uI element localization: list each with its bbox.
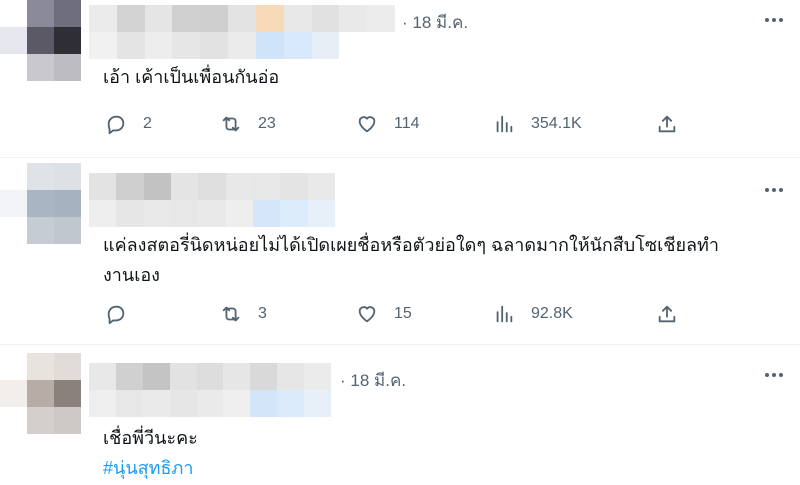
- retweet-icon: [222, 116, 240, 132]
- retweet-count: 23: [258, 115, 276, 132]
- avatar-edge: [0, 190, 27, 217]
- views-button[interactable]: 354.1K: [493, 110, 582, 138]
- tweet: · 18 มี.ค. เชื่อพี่วีนะคะ #นุ่นสุทธิภา: [0, 345, 800, 485]
- share-icon: [658, 305, 676, 323]
- tweet-text-line: เชื่อพี่วีนะคะ: [103, 428, 198, 448]
- view-count: 354.1K: [531, 115, 582, 132]
- views-icon: [496, 115, 513, 133]
- more-button[interactable]: [762, 363, 786, 387]
- hashtag-link[interactable]: #นุ่นสุทธิภา: [103, 453, 198, 483]
- share-icon: [658, 115, 676, 133]
- user-name-blurred[interactable]: [89, 173, 335, 227]
- reply-icon: [107, 305, 125, 325]
- reply-count: 2: [143, 115, 152, 132]
- tweet-text-line: เอ้า เค้าเป็นเพื่อนกันอ่อ: [103, 67, 280, 87]
- tweet-text-line: แค่ลงสตอรี่นิดหน่อยไม่ได้เปิดเผยชื่อหรือ…: [103, 235, 720, 255]
- like-count: 114: [394, 115, 420, 132]
- like-count: 15: [394, 305, 412, 322]
- more-icon: [765, 18, 783, 22]
- avatar[interactable]: [27, 163, 81, 244]
- tweet-date[interactable]: · 18 มี.ค.: [340, 367, 406, 394]
- user-name-blurred[interactable]: [89, 363, 331, 417]
- more-button[interactable]: [762, 8, 786, 32]
- reply-icon: [107, 115, 125, 135]
- tweet-text-line: งานเอง: [103, 265, 160, 285]
- like-button[interactable]: 114: [356, 110, 420, 138]
- avatar[interactable]: [27, 353, 81, 434]
- more-icon: [765, 373, 783, 377]
- like-icon: [358, 116, 376, 133]
- views-icon: [496, 305, 513, 323]
- action-bar: 3 15 92.8K: [100, 300, 700, 328]
- avatar-edge: [0, 27, 27, 54]
- reply-button[interactable]: [105, 300, 143, 328]
- view-count: 92.8K: [531, 305, 573, 322]
- like-button[interactable]: 15: [356, 300, 412, 328]
- tweet-text: เอ้า เค้าเป็นเพื่อนกันอ่อ: [103, 62, 279, 92]
- tweet-date[interactable]: · 18 มี.ค.: [402, 9, 468, 36]
- tweet-text: แค่ลงสตอรี่นิดหน่อยไม่ได้เปิดเผยชื่อหรือ…: [103, 230, 719, 290]
- retweet-button[interactable]: 23: [220, 110, 276, 138]
- tweet: · 18 มี.ค. เอ้า เค้าเป็นเพื่อนกันอ่อ 2 2…: [0, 0, 800, 158]
- more-icon: [765, 188, 783, 192]
- user-name-blurred[interactable]: [89, 5, 395, 59]
- tweet-text: เชื่อพี่วีนะคะ #นุ่นสุทธิภา: [103, 423, 198, 483]
- more-button[interactable]: [762, 178, 786, 202]
- share-button[interactable]: [656, 300, 678, 328]
- avatar-edge: [0, 380, 27, 407]
- reply-button[interactable]: 2: [105, 110, 152, 138]
- like-icon: [358, 306, 376, 323]
- action-bar: 2 23 114 354.1K: [100, 110, 700, 138]
- retweet-count: 3: [258, 305, 267, 322]
- retweet-icon: [222, 306, 240, 322]
- avatar[interactable]: [27, 0, 81, 81]
- share-button[interactable]: [656, 110, 678, 138]
- retweet-button[interactable]: 3: [220, 300, 267, 328]
- views-button[interactable]: 92.8K: [493, 300, 573, 328]
- tweet: แค่ลงสตอรี่นิดหน่อยไม่ได้เปิดเผยชื่อหรือ…: [0, 158, 800, 344]
